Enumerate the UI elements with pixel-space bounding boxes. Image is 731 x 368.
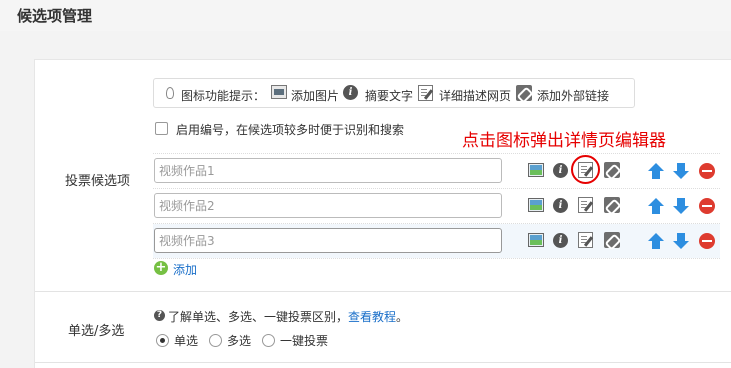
move-down-icon[interactable]	[673, 233, 689, 249]
tutorial-link[interactable]: 查看教程	[348, 310, 396, 324]
numbering-checkbox[interactable]	[155, 122, 168, 135]
section-divider	[35, 362, 731, 363]
edit-page-icon[interactable]	[578, 232, 593, 248]
radio-single[interactable]	[156, 334, 169, 347]
candidate-input-1[interactable]	[154, 158, 502, 183]
numbering-label: 启用编号，在候选项较多时便于识别和搜索	[176, 123, 405, 137]
radio-single-label[interactable]: 单选	[174, 332, 198, 349]
row-divider	[153, 153, 720, 154]
move-up-icon[interactable]	[648, 163, 664, 179]
mode-hint: 了解单选、多选、一键投票区别，查看教程。	[168, 308, 408, 325]
radio-one-click-label[interactable]: 一键投票	[280, 332, 328, 349]
link-icon	[516, 85, 532, 101]
candidate-input-2[interactable]	[154, 193, 502, 218]
radio-one-click[interactable]	[262, 334, 275, 347]
delete-icon[interactable]	[699, 198, 715, 214]
hint-external-link: 添加外部链接	[537, 89, 610, 103]
image-icon[interactable]	[528, 198, 544, 212]
mode-hint-text: 了解单选、多选、一键投票区别，	[168, 310, 349, 324]
info-icon[interactable]: i	[553, 163, 568, 178]
hint-add-image: 添加图片	[291, 89, 340, 103]
link-icon[interactable]	[604, 232, 620, 248]
info-icon[interactable]: i	[553, 233, 568, 248]
section-divider	[35, 291, 731, 292]
add-icon[interactable]: +	[154, 261, 168, 275]
edit-page-icon	[418, 85, 433, 101]
delete-icon[interactable]	[699, 163, 715, 179]
page-header: 候选项管理	[0, 0, 731, 31]
add-candidate-link[interactable]: 添加	[173, 261, 197, 278]
move-up-icon[interactable]	[648, 233, 664, 249]
edit-page-icon[interactable]	[578, 162, 593, 178]
info-icon: i	[343, 85, 358, 100]
annotation-text: 点击图标弹出详情页编辑器	[462, 131, 666, 151]
radio-multiple[interactable]	[209, 334, 222, 347]
image-icon[interactable]	[528, 163, 544, 177]
link-icon[interactable]	[604, 197, 620, 213]
move-down-icon[interactable]	[673, 163, 689, 179]
radio-multiple-label[interactable]: 多选	[227, 332, 251, 349]
move-up-icon[interactable]	[648, 198, 664, 214]
page-title: 候选项管理	[17, 7, 93, 25]
mode-label: 单选/多选	[68, 324, 125, 339]
delete-icon[interactable]	[699, 233, 715, 249]
edit-page-icon[interactable]	[578, 197, 593, 213]
hint-prefix: 图标功能提示：	[181, 89, 266, 103]
info-icon[interactable]: i	[553, 198, 568, 213]
link-icon[interactable]	[604, 162, 620, 178]
bulb-icon	[166, 87, 174, 99]
image-icon	[271, 85, 287, 99]
row-divider	[153, 188, 720, 189]
settings-panel: 图标功能提示： 添加图片 i 摘要文字 详细描述网页 添加外部链接 启用编号，在…	[34, 59, 731, 368]
candidates-label: 投票候选项	[65, 174, 131, 189]
image-icon[interactable]	[528, 233, 544, 247]
hint-detail-page: 详细描述网页	[439, 89, 512, 103]
icon-hint-box: 图标功能提示： 添加图片 i 摘要文字 详细描述网页 添加外部链接	[153, 78, 635, 108]
hint-summary-text: 摘要文字	[365, 89, 414, 103]
move-down-icon[interactable]	[673, 198, 689, 214]
question-icon: ?	[154, 310, 165, 321]
candidate-input-3[interactable]	[154, 228, 502, 253]
mode-hint-end: 。	[396, 310, 409, 324]
row-divider	[153, 258, 720, 259]
